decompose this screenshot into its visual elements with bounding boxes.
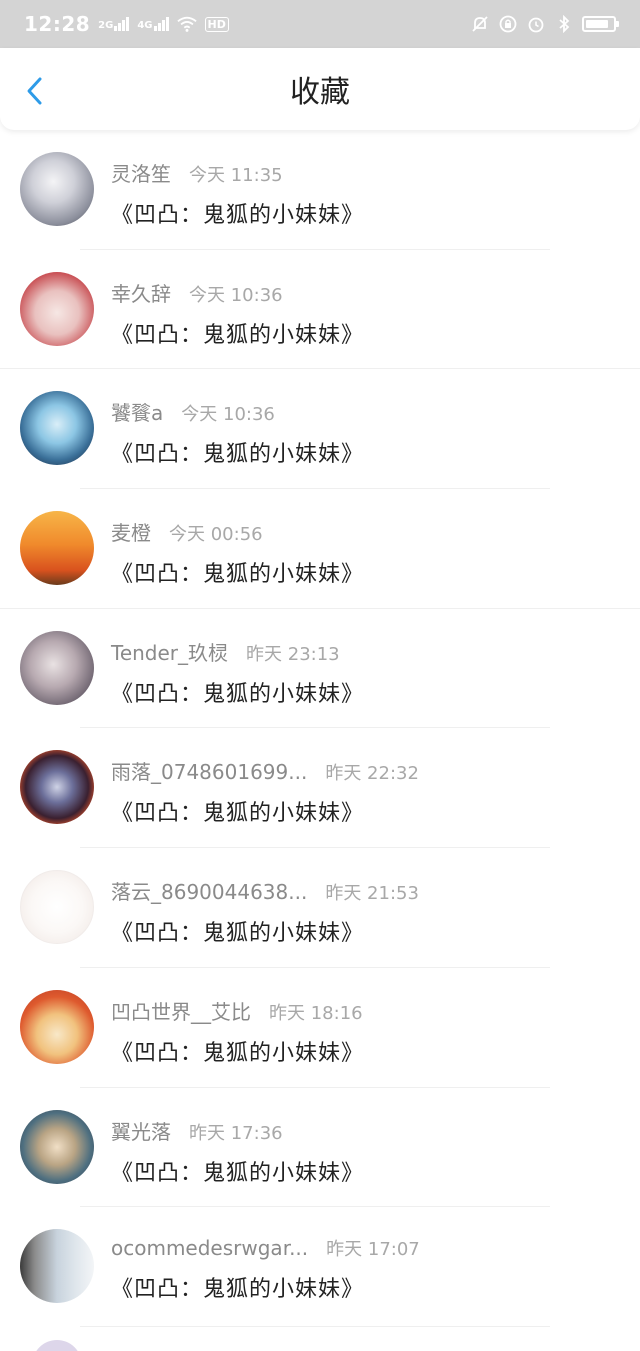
timestamp: 今天 10:36 bbox=[181, 404, 275, 426]
avatar[interactable] bbox=[20, 1229, 94, 1304]
avatar[interactable] bbox=[20, 511, 94, 586]
username[interactable]: 饕餮a bbox=[111, 397, 163, 426]
username[interactable]: Tender_玖棂 bbox=[111, 637, 228, 666]
hd-label: HD bbox=[204, 16, 229, 32]
list-item[interactable]: 饕餮a 今天 10:36 《凹凸：鬼狐的小妹妹》 bbox=[0, 369, 640, 490]
username[interactable]: ocommedesrwgar... bbox=[111, 1236, 308, 1260]
avatar[interactable] bbox=[20, 152, 94, 226]
top-nav-bar: 收藏 bbox=[0, 48, 640, 130]
username[interactable]: 灵洛笙 bbox=[111, 158, 171, 187]
avatar[interactable] bbox=[20, 870, 94, 945]
item-header: 幸久辞 今天 10:36 bbox=[111, 278, 620, 307]
username[interactable]: 雨落_0748601699... bbox=[111, 756, 307, 785]
status-time: 12:28 bbox=[24, 12, 91, 36]
favorites-list: 灵洛笙 今天 11:35 《凹凸：鬼狐的小妹妹》 幸久辞 今天 10:36 《凹… bbox=[0, 130, 640, 1327]
network-2g-indicator: 2G bbox=[98, 17, 130, 31]
status-right bbox=[470, 14, 619, 34]
status-left: 12:28 2G 4G HD bbox=[24, 12, 229, 36]
item-header: 落云_8690044638... 昨天 21:53 bbox=[111, 876, 620, 905]
list-item[interactable]: 翼光落 昨天 17:36 《凹凸：鬼狐的小妹妹》 bbox=[0, 1088, 640, 1208]
wifi-icon bbox=[176, 14, 197, 34]
avatar[interactable] bbox=[20, 989, 94, 1064]
item-title[interactable]: 《凹凸：鬼狐的小妹妹》 bbox=[111, 915, 620, 947]
item-title[interactable]: 《凹凸：鬼狐的小妹妹》 bbox=[111, 1035, 620, 1067]
avatar[interactable] bbox=[20, 271, 94, 346]
avatar[interactable] bbox=[20, 750, 94, 825]
item-title[interactable]: 《凹凸：鬼狐的小妹妹》 bbox=[111, 317, 620, 349]
item-title[interactable]: 《凹凸：鬼狐的小妹妹》 bbox=[111, 1271, 620, 1303]
chevron-left-icon bbox=[27, 77, 42, 105]
username[interactable]: 翼光落 bbox=[111, 1116, 171, 1145]
back-button[interactable] bbox=[18, 74, 52, 108]
list-item[interactable]: 麦橙 今天 00:56 《凹凸：鬼狐的小妹妹》 bbox=[0, 489, 640, 609]
divider bbox=[80, 1325, 550, 1327]
item-title[interactable]: 《凹凸：鬼狐的小妹妹》 bbox=[111, 676, 620, 708]
list-item[interactable]: 凹凸世界__艾比 昨天 18:16 《凹凸：鬼狐的小妹妹》 bbox=[0, 968, 640, 1088]
item-meta: 雨落_0748601699... 昨天 22:32 《凹凸：鬼狐的小妹妹》 bbox=[111, 756, 620, 827]
item-meta: ocommedesrwgar... 昨天 17:07 《凹凸：鬼狐的小妹妹》 bbox=[111, 1235, 620, 1303]
status-bar: 12:28 2G 4G HD bbox=[0, 0, 640, 48]
item-meta: 幸久辞 今天 10:36 《凹凸：鬼狐的小妹妹》 bbox=[111, 278, 620, 349]
list-item[interactable]: 灵洛笙 今天 11:35 《凹凸：鬼狐的小妹妹》 bbox=[0, 130, 640, 250]
bluetooth-icon bbox=[554, 14, 574, 34]
item-header: 麦橙 今天 00:56 bbox=[111, 517, 620, 546]
list-item[interactable]: Tender_玖棂 昨天 23:13 《凹凸：鬼狐的小妹妹》 bbox=[0, 609, 640, 729]
timestamp: 昨天 21:53 bbox=[325, 883, 419, 905]
item-header: ocommedesrwgar... 昨天 17:07 bbox=[111, 1235, 620, 1261]
item-meta: 麦橙 今天 00:56 《凹凸：鬼狐的小妹妹》 bbox=[111, 517, 620, 588]
signal-icon bbox=[153, 17, 169, 31]
avatar[interactable] bbox=[32, 1340, 82, 1351]
signal-icon bbox=[114, 17, 130, 31]
network-2g-label: 2G bbox=[98, 20, 114, 31]
username[interactable]: 落云_8690044638... bbox=[111, 876, 307, 905]
item-meta: 翼光落 昨天 17:36 《凹凸：鬼狐的小妹妹》 bbox=[111, 1116, 620, 1187]
item-title[interactable]: 《凹凸：鬼狐的小妹妹》 bbox=[111, 795, 620, 827]
list-item[interactable]: ocommedesrwgar... 昨天 17:07 《凹凸：鬼狐的小妹妹》 bbox=[0, 1207, 640, 1327]
item-title[interactable]: 《凹凸：鬼狐的小妹妹》 bbox=[111, 197, 620, 229]
hd-indicator: HD bbox=[204, 16, 229, 32]
battery-icon bbox=[582, 16, 619, 32]
username[interactable]: 麦橙 bbox=[111, 517, 151, 546]
alarm-icon bbox=[526, 14, 546, 34]
item-meta: 凹凸世界__艾比 昨天 18:16 《凹凸：鬼狐的小妹妹》 bbox=[111, 996, 620, 1067]
timestamp: 今天 10:36 bbox=[189, 284, 283, 306]
username[interactable]: 幸久辞 bbox=[111, 278, 171, 307]
item-header: 灵洛笙 今天 11:35 bbox=[111, 158, 620, 187]
network-4g-indicator: 4G bbox=[137, 17, 169, 31]
timestamp: 昨天 18:16 bbox=[269, 1002, 363, 1024]
avatar[interactable] bbox=[20, 391, 94, 466]
item-header: 凹凸世界__艾比 昨天 18:16 bbox=[111, 996, 620, 1025]
item-meta: 落云_8690044638... 昨天 21:53 《凹凸：鬼狐的小妹妹》 bbox=[111, 876, 620, 947]
list-item[interactable]: 落云_8690044638... 昨天 21:53 《凹凸：鬼狐的小妹妹》 bbox=[0, 848, 640, 968]
network-4g-label: 4G bbox=[137, 20, 153, 31]
timestamp: 今天 00:56 bbox=[169, 524, 263, 546]
list-item[interactable]: 幸久辞 今天 10:36 《凹凸：鬼狐的小妹妹》 bbox=[0, 250, 640, 370]
item-title[interactable]: 《凹凸：鬼狐的小妹妹》 bbox=[111, 436, 620, 468]
timestamp: 昨天 17:36 bbox=[189, 1122, 283, 1144]
item-header: Tender_玖棂 昨天 23:13 bbox=[111, 637, 620, 666]
item-header: 翼光落 昨天 17:36 bbox=[111, 1116, 620, 1145]
avatar[interactable] bbox=[20, 1109, 94, 1184]
timestamp: 今天 11:35 bbox=[189, 165, 283, 186]
item-meta: Tender_玖棂 昨天 23:13 《凹凸：鬼狐的小妹妹》 bbox=[111, 637, 620, 708]
item-meta: 灵洛笙 今天 11:35 《凹凸：鬼狐的小妹妹》 bbox=[111, 158, 620, 229]
avatar[interactable] bbox=[20, 630, 94, 705]
item-meta: 饕餮a 今天 10:36 《凹凸：鬼狐的小妹妹》 bbox=[111, 397, 620, 468]
bell-muted-icon bbox=[470, 14, 490, 34]
page-title: 收藏 bbox=[290, 75, 350, 110]
list-item[interactable]: 雨落_0748601699... 昨天 22:32 《凹凸：鬼狐的小妹妹》 bbox=[0, 728, 640, 849]
timestamp: 昨天 23:13 bbox=[246, 643, 340, 665]
item-header: 雨落_0748601699... 昨天 22:32 bbox=[111, 756, 620, 785]
item-header: 饕餮a 今天 10:36 bbox=[111, 397, 620, 426]
timestamp: 昨天 22:32 bbox=[325, 763, 419, 785]
username[interactable]: 凹凸世界__艾比 bbox=[111, 996, 251, 1025]
item-title[interactable]: 《凹凸：鬼狐的小妹妹》 bbox=[111, 1155, 620, 1187]
item-title[interactable]: 《凹凸：鬼狐的小妹妹》 bbox=[111, 556, 620, 588]
timestamp: 昨天 17:07 bbox=[326, 1239, 420, 1261]
lock-rotation-icon bbox=[498, 14, 518, 34]
